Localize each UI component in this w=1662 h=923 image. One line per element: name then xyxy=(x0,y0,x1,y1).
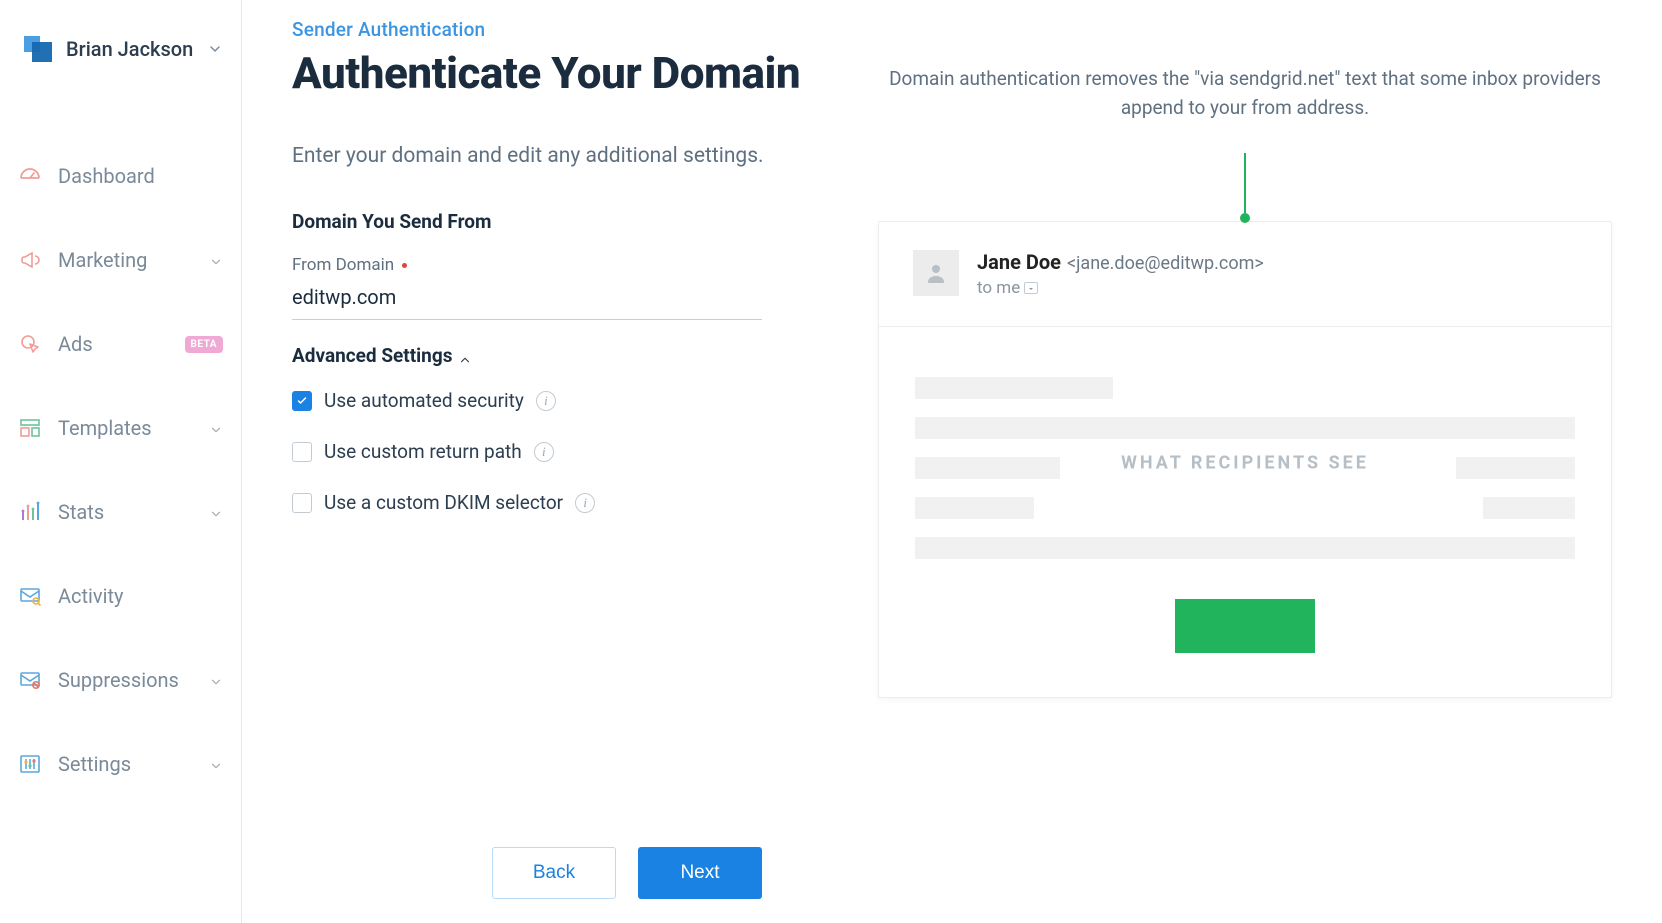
dropdown-caret-icon xyxy=(1024,282,1038,294)
checkbox-label: Use automated security xyxy=(324,389,524,412)
mail-block-icon xyxy=(18,668,42,692)
sliders-icon xyxy=(18,752,42,776)
required-indicator xyxy=(402,263,407,268)
sidebar-item-label: Marketing xyxy=(58,248,209,272)
sidebar-item-templates[interactable]: Templates xyxy=(0,396,241,460)
mail-search-icon xyxy=(18,584,42,608)
preview-column: Domain authentication removes the "via s… xyxy=(878,18,1612,698)
checkbox-box[interactable] xyxy=(292,391,312,411)
sidebar-item-settings[interactable]: Settings xyxy=(0,732,241,796)
sidebar: Brian Jackson Dashboard Marketing xyxy=(0,0,242,923)
sidebar-item-dashboard[interactable]: Dashboard xyxy=(0,144,241,208)
brand-logo xyxy=(22,34,52,64)
page-lead: Enter your domain and edit any additiona… xyxy=(292,140,832,173)
layout-icon xyxy=(18,416,42,440)
info-icon[interactable]: i xyxy=(536,391,556,411)
sidebar-item-suppressions[interactable]: Suppressions xyxy=(0,648,241,712)
preview-body: WHAT RECIPIENTS SEE xyxy=(879,327,1611,599)
sidebar-item-activity[interactable]: Activity xyxy=(0,564,241,628)
from-domain-label: From Domain xyxy=(292,255,394,275)
chevron-down-icon xyxy=(209,421,223,435)
advanced-settings-label: Advanced Settings xyxy=(292,344,452,367)
gauge-icon xyxy=(18,164,42,188)
chevron-up-icon xyxy=(458,349,472,363)
preview-card: Jane Doe <jane.doe@editwp.com> to me xyxy=(878,221,1612,698)
preview-sender-email: <jane.doe@editwp.com> xyxy=(1067,253,1264,274)
page-title: Authenticate Your Domain xyxy=(292,47,832,100)
megaphone-icon xyxy=(18,248,42,272)
form-column: Sender Authentication Authenticate Your … xyxy=(292,18,832,542)
advanced-settings-toggle[interactable]: Advanced Settings xyxy=(292,344,832,367)
sidebar-item-label: Suppressions xyxy=(58,668,209,692)
sidebar-item-ads[interactable]: Ads BETA xyxy=(0,312,241,376)
sidebar-item-stats[interactable]: Stats xyxy=(0,480,241,544)
sidebar-item-label: Settings xyxy=(58,752,209,776)
preview-cta-placeholder xyxy=(1175,599,1315,653)
next-button[interactable]: Next xyxy=(638,847,762,899)
chevron-down-icon xyxy=(209,253,223,267)
sidebar-item-label: Dashboard xyxy=(58,164,223,188)
preview-sender-name: Jane Doe xyxy=(977,250,1061,274)
sidebar-item-label: Ads xyxy=(58,332,177,356)
preview-description: Domain authentication removes the "via s… xyxy=(878,64,1612,123)
checkbox-label: Use a custom DKIM selector xyxy=(324,491,563,514)
checkbox-custom-return-path[interactable]: Use custom return path i xyxy=(292,440,832,463)
checkbox-automated-security[interactable]: Use automated security i xyxy=(292,389,832,412)
form-actions: Back Next xyxy=(292,827,1612,923)
preview-header: Jane Doe <jane.doe@editwp.com> to me xyxy=(879,222,1611,327)
sidebar-item-label: Stats xyxy=(58,500,209,524)
from-domain-input[interactable] xyxy=(292,279,762,320)
chevron-down-icon xyxy=(209,673,223,687)
back-button[interactable]: Back xyxy=(492,847,616,899)
main: Sender Authentication Authenticate Your … xyxy=(242,0,1662,923)
checkbox-box[interactable] xyxy=(292,442,312,462)
checkbox-box[interactable] xyxy=(292,493,312,513)
checkbox-custom-dkim-selector[interactable]: Use a custom DKIM selector i xyxy=(292,491,832,514)
sidebar-item-label: Templates xyxy=(58,416,209,440)
chevron-down-icon xyxy=(207,41,223,57)
chevron-down-icon xyxy=(209,505,223,519)
sidebar-item-label: Activity xyxy=(58,584,223,608)
info-icon[interactable]: i xyxy=(575,493,595,513)
preview-to-label: to me xyxy=(977,278,1020,298)
sidebar-nav: Dashboard Marketing Ads BETA xyxy=(0,94,241,796)
beta-badge: BETA xyxy=(185,336,224,353)
info-icon[interactable]: i xyxy=(534,442,554,462)
preview-connector xyxy=(878,153,1612,223)
breadcrumb[interactable]: Sender Authentication xyxy=(292,18,832,41)
avatar-placeholder-icon xyxy=(913,250,959,296)
chart-icon xyxy=(18,500,42,524)
cursor-icon xyxy=(18,332,42,356)
field-from-domain: From Domain xyxy=(292,255,832,320)
checkbox-label: Use custom return path xyxy=(324,440,522,463)
sidebar-item-marketing[interactable]: Marketing xyxy=(0,228,241,292)
preview-cta-row xyxy=(879,599,1611,697)
account-switcher[interactable]: Brian Jackson xyxy=(0,34,241,94)
section-title-domain: Domain You Send From xyxy=(292,210,832,233)
chevron-down-icon xyxy=(209,757,223,771)
account-name: Brian Jackson xyxy=(66,37,207,61)
